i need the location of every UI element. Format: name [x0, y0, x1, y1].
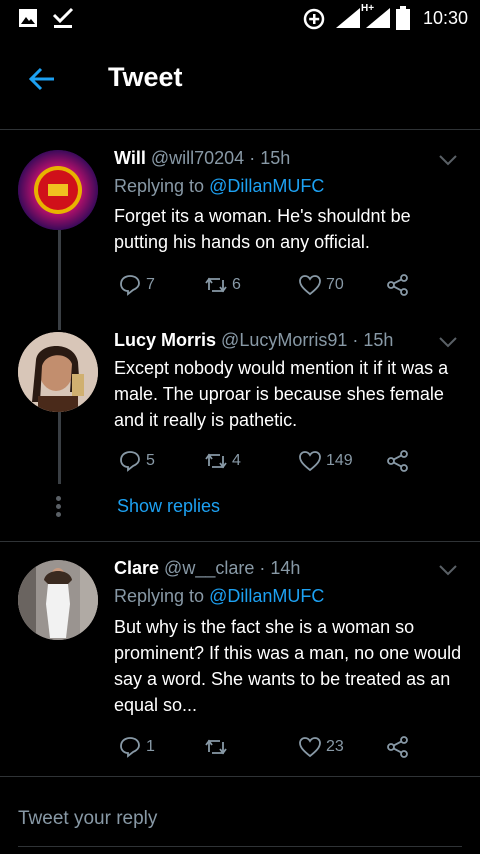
reply-button[interactable]: 7	[118, 270, 155, 300]
chevron-down-icon[interactable]	[438, 563, 458, 577]
retweet-button[interactable]: 4	[204, 446, 241, 476]
timestamp: 14h	[270, 558, 301, 578]
show-replies-link[interactable]: Show replies	[117, 496, 220, 517]
profile-photo	[18, 560, 98, 640]
reply-button[interactable]: 5	[118, 446, 155, 476]
retweet-button[interactable]	[204, 732, 232, 762]
handle: @will70204	[150, 148, 245, 168]
reply-divider	[0, 776, 480, 777]
replying-to: Replying to @DillanMUFC	[114, 586, 325, 606]
avatar[interactable]	[18, 560, 98, 640]
signal-icon	[336, 8, 360, 28]
heart-icon	[299, 275, 321, 296]
tweet-text: Forget its a woman. He's shouldnt be put…	[114, 206, 411, 252]
mention-link[interactable]: @DillanMUFC	[209, 176, 324, 196]
tweet-text: Except nobody would mention it if it was…	[114, 358, 449, 430]
like-button[interactable]: 70	[298, 270, 344, 300]
replying-to: Replying to @DillanMUFC	[114, 176, 325, 196]
status-bar: H+ 10:30	[0, 0, 480, 38]
page-title: Tweet	[108, 62, 183, 92]
image-icon	[19, 9, 37, 27]
tweet-header: Will @will70204 · 15h	[114, 148, 291, 168]
app-bar: Tweet	[0, 38, 480, 120]
share-icon	[387, 274, 408, 296]
retweet-icon	[205, 739, 227, 755]
reply-count: 7	[146, 276, 155, 293]
more-replies-dots	[56, 496, 62, 520]
mention-link[interactable]: @DillanMUFC	[209, 586, 324, 606]
reply-button[interactable]: 1	[118, 732, 155, 762]
display-name[interactable]: Clare	[114, 558, 159, 578]
like-button[interactable]: 23	[298, 732, 344, 762]
like-count: 149	[326, 452, 353, 469]
tweet-actions: 7 6 70	[118, 270, 418, 300]
retweet-icon	[205, 277, 227, 293]
timestamp: 15h	[363, 330, 394, 350]
heart-icon	[299, 451, 321, 472]
avatar[interactable]	[18, 332, 98, 412]
reply-icon	[120, 275, 140, 296]
share-button[interactable]	[386, 446, 414, 476]
profile-photo	[18, 332, 98, 412]
tweet-header: Lucy Morris @LucyMorris91 · 15h	[114, 330, 394, 350]
like-count: 23	[326, 738, 344, 755]
like-button[interactable]: 149	[298, 446, 353, 476]
reply-icon	[120, 737, 140, 758]
display-name[interactable]: Will	[114, 148, 146, 168]
tweet-text: But why is the fact she is a woman so pr…	[114, 617, 462, 715]
reply-count: 5	[146, 452, 155, 469]
display-name[interactable]: Lucy Morris	[114, 330, 216, 350]
thread-line	[58, 230, 61, 330]
handle: @w__clare	[164, 558, 255, 578]
reply-count: 1	[146, 738, 155, 755]
tweet-actions: 1 23	[118, 732, 418, 762]
share-button[interactable]	[386, 270, 414, 300]
retweet-count: 6	[232, 276, 241, 293]
thread-divider	[0, 541, 480, 542]
heart-icon	[299, 737, 321, 758]
retweet-count: 4	[232, 452, 241, 469]
reply-icon	[120, 451, 140, 472]
retweet-icon	[205, 453, 227, 469]
chevron-down-icon[interactable]	[438, 335, 458, 349]
reply-input[interactable]: Tweet your reply	[18, 808, 157, 830]
share-icon	[387, 450, 408, 472]
signal-icon-2	[366, 8, 390, 28]
data-saver-icon	[303, 8, 325, 30]
header-divider	[0, 129, 480, 130]
retweet-button[interactable]: 6	[204, 270, 241, 300]
like-count: 70	[326, 276, 344, 293]
tweet-header: Clare @w__clare · 14h	[114, 558, 301, 578]
share-icon	[387, 736, 408, 758]
handle: @LucyMorris91	[221, 330, 348, 350]
avatar[interactable]	[18, 150, 98, 230]
timestamp: 15h	[260, 148, 291, 168]
tweet-actions: 5 4 149	[118, 446, 418, 476]
reply-input-underline	[18, 846, 462, 847]
clock: 10:30	[422, 8, 468, 28]
thread-line-2	[58, 412, 61, 484]
share-button[interactable]	[386, 732, 414, 762]
download-done-icon	[52, 7, 74, 28]
back-arrow-icon[interactable]	[28, 66, 56, 92]
battery-icon	[396, 6, 410, 30]
man-utd-crest-avatar	[18, 150, 98, 230]
chevron-down-icon[interactable]	[438, 153, 458, 167]
